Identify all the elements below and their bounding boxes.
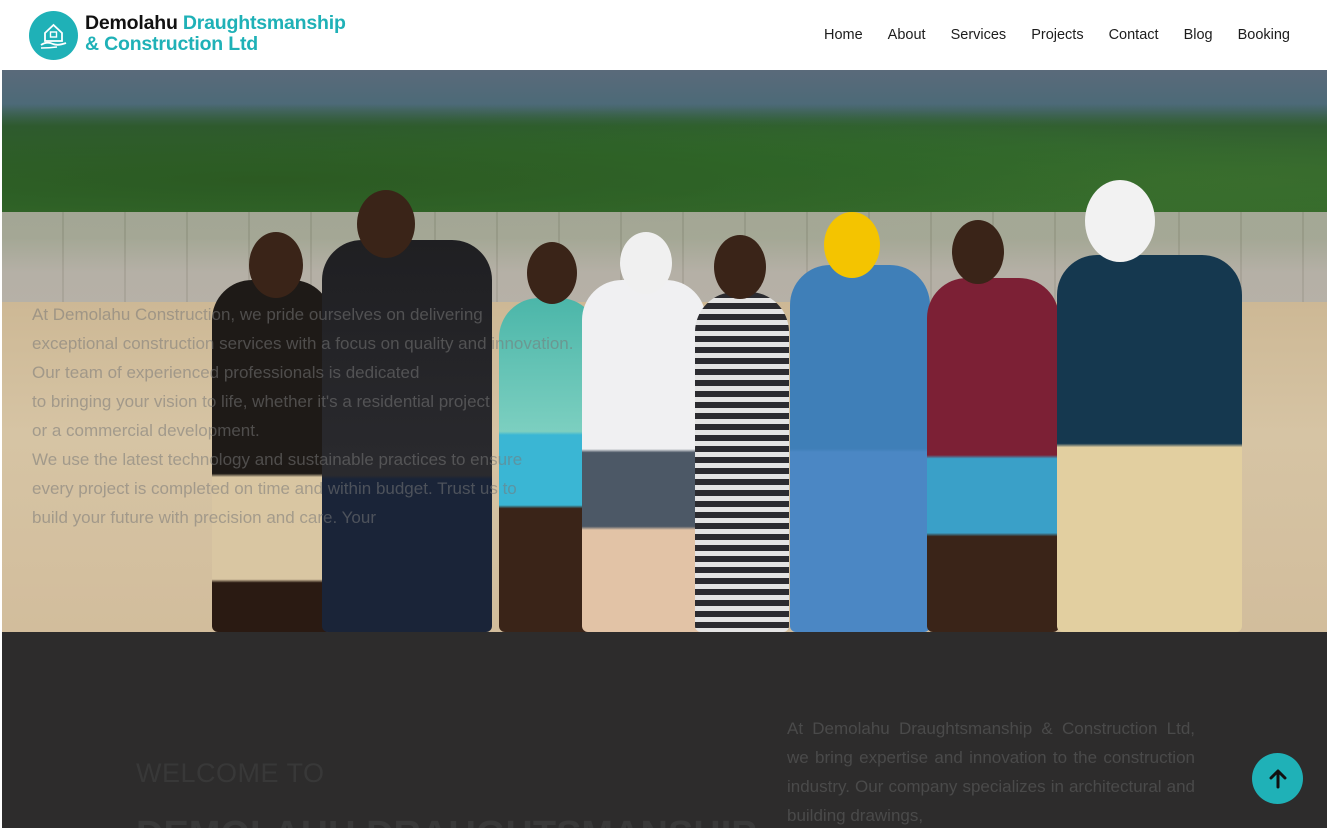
overlay-line: build your future with precision and car… [32, 508, 376, 527]
person-1-head [249, 232, 303, 298]
company-heading: DEMOLAHU DRAUGHTSMANSHIP [136, 814, 757, 828]
person-8 [1057, 255, 1242, 632]
arrow-up-icon [1269, 769, 1286, 788]
overlay-line: or a commercial development. [32, 421, 260, 440]
house-hand-icon[interactable] [29, 11, 78, 60]
nav-services[interactable]: Services [951, 25, 1007, 45]
overlay-line: exceptional construction services with a… [32, 334, 574, 353]
overlay-line: to bringing your vision to life, whether… [32, 392, 490, 411]
person-3-head [527, 242, 577, 304]
main-nav: Home About Services Projects Contact Blo… [799, 25, 1290, 45]
person-4-head [620, 232, 672, 294]
person-5-head [714, 235, 766, 299]
hero-overlay-text: At Demolahu Construction, we pride ourse… [32, 300, 632, 532]
overlay-line: We use the latest technology and sustain… [32, 450, 523, 469]
person-6-head [824, 212, 880, 278]
about-section: WELCOME TO DEMOLAHU DRAUGHTSMANSHIP At D… [2, 632, 1327, 828]
nav-about[interactable]: About [888, 25, 926, 45]
welcome-heading: WELCOME TO [136, 758, 325, 788]
nav-projects[interactable]: Projects [1031, 25, 1083, 45]
person-2-head [357, 190, 415, 258]
nav-booking[interactable]: Booking [1238, 25, 1290, 45]
overlay-line: Our team of experienced professionals is… [32, 363, 420, 382]
person-7 [927, 278, 1059, 632]
brand-name-line2: & Construction Ltd [85, 33, 258, 55]
overlay-line: At Demolahu Construction, we pride ourse… [32, 305, 483, 324]
brand-name-part1: Demolahu [85, 12, 183, 34]
nav-home[interactable]: Home [824, 25, 863, 45]
brand-name[interactable]: Demolahu Draughtsmanship & Construction … [85, 13, 346, 55]
hero-image: At Demolahu Construction, we pride ourse… [2, 70, 1327, 632]
scroll-to-top-button[interactable] [1252, 753, 1303, 804]
overlay-line: every project is completed on time and w… [32, 479, 517, 498]
site-header: Demolahu Draughtsmanship & Construction … [0, 0, 1329, 70]
person-8-head [1085, 180, 1155, 262]
about-text: At Demolahu Draughtsmanship & Constructi… [787, 719, 1195, 825]
nav-blog[interactable]: Blog [1184, 25, 1213, 45]
person-5 [695, 292, 789, 632]
nav-contact[interactable]: Contact [1109, 25, 1159, 45]
brand-name-part2: Draughtsmanship [182, 12, 346, 34]
person-6 [790, 265, 930, 632]
person-7-head [952, 220, 1004, 284]
